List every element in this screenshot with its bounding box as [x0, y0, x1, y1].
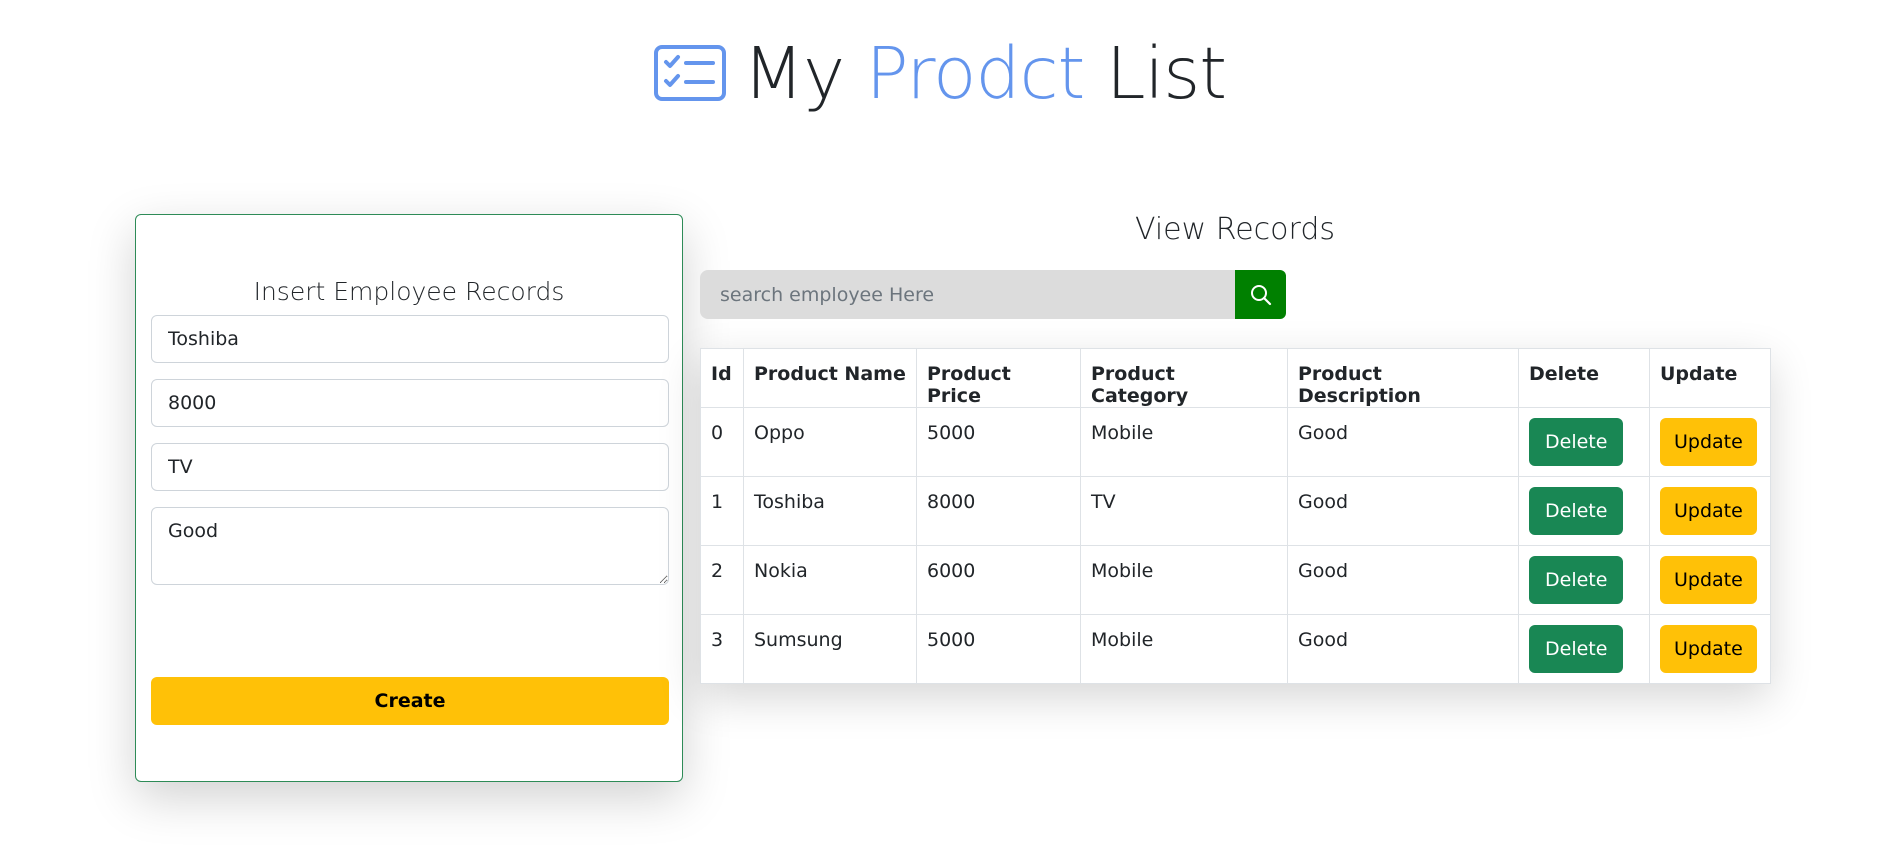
- delete-button[interactable]: Delete: [1529, 487, 1624, 535]
- cell-product-description: Good: [1287, 614, 1519, 684]
- insert-record-card: Insert Employee Records Good Create: [135, 214, 683, 782]
- page-header: My Prodct List: [0, 0, 1899, 150]
- cell-id: 0: [700, 407, 744, 477]
- delete-button[interactable]: Delete: [1529, 556, 1624, 604]
- insert-form-title: Insert Employee Records: [253, 277, 565, 306]
- delete-button[interactable]: Delete: [1529, 625, 1624, 673]
- cell-product-name: Sumsung: [743, 614, 917, 684]
- cell-product-price: 5000: [916, 407, 1081, 477]
- table-row: 0 Oppo 5000 Mobile Good Delete Update: [700, 407, 1771, 477]
- cell-product-description: Good: [1287, 407, 1519, 477]
- cell-product-name: Toshiba: [743, 476, 917, 546]
- cell-product-price: 8000: [916, 476, 1081, 546]
- product-description-textarea[interactable]: Good: [151, 507, 669, 585]
- update-button[interactable]: Update: [1660, 556, 1757, 604]
- product-category-input[interactable]: [151, 443, 669, 491]
- view-records-title: View Records: [1134, 212, 1335, 247]
- column-header-update: Update: [1649, 348, 1771, 408]
- column-header-product-price: Product Price: [916, 348, 1081, 408]
- cell-delete: Delete: [1518, 614, 1650, 684]
- brand: My Prodct List: [653, 38, 1227, 109]
- cell-update: Update: [1649, 407, 1771, 477]
- records-table: Id Product Name Product Price Product Ca…: [700, 348, 1771, 684]
- cell-product-description: Good: [1287, 545, 1519, 615]
- search-bar: [700, 270, 1286, 319]
- table-row: 2 Nokia 6000 Mobile Good Delete Update: [700, 545, 1771, 615]
- table-header-row: Id Product Name Product Price Product Ca…: [700, 348, 1771, 408]
- table-row: 1 Toshiba 8000 TV Good Delete Update: [700, 476, 1771, 546]
- search-icon: [1250, 284, 1271, 305]
- cell-product-name: Nokia: [743, 545, 917, 615]
- cell-product-category: Mobile: [1080, 407, 1288, 477]
- cell-product-category: Mobile: [1080, 545, 1288, 615]
- update-button[interactable]: Update: [1660, 418, 1757, 466]
- title-accent: Prodct: [865, 31, 1086, 115]
- cell-id: 3: [700, 614, 744, 684]
- search-input[interactable]: [700, 270, 1235, 319]
- cell-id: 2: [700, 545, 744, 615]
- column-header-id: Id: [700, 348, 744, 408]
- product-price-input[interactable]: [151, 379, 669, 427]
- page-title: My Prodct List: [743, 38, 1227, 109]
- cell-update: Update: [1649, 614, 1771, 684]
- column-header-product-category: Product Category: [1080, 348, 1288, 408]
- cell-product-price: 6000: [916, 545, 1081, 615]
- column-header-product-name: Product Name: [743, 348, 917, 408]
- cell-product-price: 5000: [916, 614, 1081, 684]
- cell-delete: Delete: [1518, 407, 1650, 477]
- search-button[interactable]: [1235, 270, 1286, 319]
- cell-product-name: Oppo: [743, 407, 917, 477]
- table-row: 3 Sumsung 5000 Mobile Good Delete Update: [700, 614, 1771, 684]
- title-part-1: My: [742, 31, 845, 115]
- cell-product-description: Good: [1287, 476, 1519, 546]
- update-button[interactable]: Update: [1660, 487, 1757, 535]
- delete-button[interactable]: Delete: [1529, 418, 1624, 466]
- cell-id: 1: [700, 476, 744, 546]
- records-table-container: Id Product Name Product Price Product Ca…: [700, 348, 1771, 684]
- column-header-product-description: Product Description: [1287, 348, 1519, 408]
- product-name-input[interactable]: [151, 315, 669, 363]
- cell-update: Update: [1649, 545, 1771, 615]
- cell-product-category: Mobile: [1080, 614, 1288, 684]
- create-button[interactable]: Create: [151, 677, 669, 725]
- title-part-2: List: [1105, 31, 1227, 115]
- update-button[interactable]: Update: [1660, 625, 1757, 673]
- task-list-icon: [653, 45, 726, 101]
- cell-delete: Delete: [1518, 476, 1650, 546]
- cell-product-category: TV: [1080, 476, 1288, 546]
- cell-update: Update: [1649, 476, 1771, 546]
- cell-delete: Delete: [1518, 545, 1650, 615]
- column-header-delete: Delete: [1518, 348, 1650, 408]
